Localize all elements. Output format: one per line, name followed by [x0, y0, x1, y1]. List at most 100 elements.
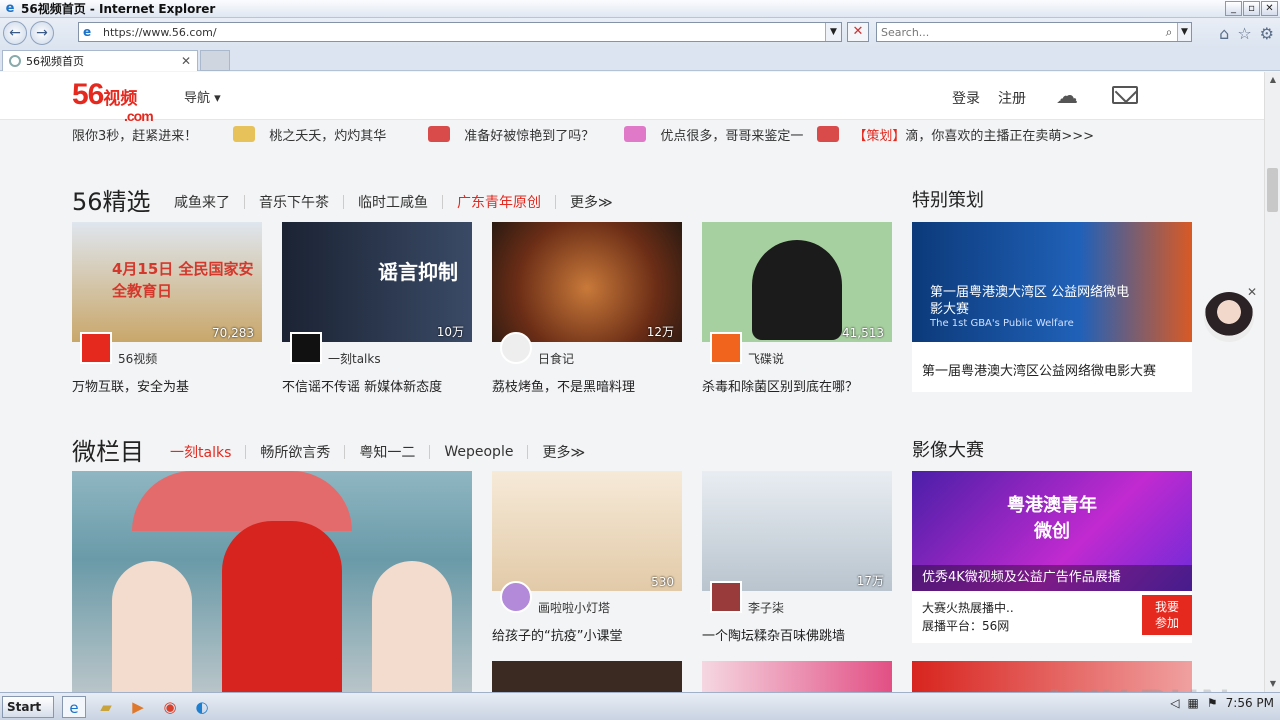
video-thumbnail[interactable]: 4月15日 全民国家安全教育日 70,283 [72, 222, 262, 342]
search-icon[interactable]: ⌕ [1161, 25, 1177, 40]
minimize-button[interactable]: _ [1225, 1, 1242, 16]
contest-card[interactable]: 粤港澳青年微创 优秀4K微视频及公益广告作品展播 大赛火热展播中.. 展播平台：… [912, 471, 1192, 643]
tab-close-icon[interactable]: ✕ [181, 54, 191, 68]
section2-tab[interactable]: 一刻talks [170, 442, 231, 462]
section1-tab[interactable]: 音乐下午茶 [259, 192, 329, 212]
section2-more-link[interactable]: 更多≫ [542, 442, 585, 462]
home-icon[interactable]: ⌂ [1219, 24, 1229, 43]
ticker-text[interactable]: 优点很多，哥哥来鉴定一 [660, 125, 803, 144]
ticker-text[interactable]: 滴，你喜欢的主播正在卖萌>>> [905, 125, 1094, 144]
video-card[interactable]: 530 画啦啦小灯塔 给孩子的“抗疫”小课堂 [492, 471, 682, 644]
section1-tab[interactable]: 广东青年原创 [457, 192, 541, 212]
ticker-item[interactable]: 【策划】 滴，你喜欢的主播正在卖萌>>> [853, 125, 1094, 144]
ticker-text[interactable]: 桃之夭夭，灼灼其华 [269, 125, 386, 144]
message-mail-icon[interactable] [1112, 86, 1138, 104]
avatar[interactable] [500, 332, 532, 364]
video-title[interactable]: 给孩子的“抗疫”小课堂 [492, 625, 622, 644]
start-button[interactable]: Start [2, 695, 54, 718]
uploader-name[interactable]: 飞碟说 [748, 350, 784, 367]
video-card[interactable]: 17万 李子柒 一个陶坛糅杂百味佛跳墙 [702, 471, 892, 644]
floating-avatar[interactable] [1204, 292, 1254, 342]
video-thumbnail[interactable]: 谣言抑制 10万 [282, 222, 472, 342]
featured-video-thumbnail[interactable] [72, 471, 472, 692]
special-banner[interactable]: 第一届粤港澳大湾区 公益网络微电影大赛 The 1st GBA's Public… [912, 222, 1192, 342]
uploader-name[interactable]: 李子柒 [748, 599, 784, 616]
special-caption[interactable]: 第一届粤港澳大湾区公益网络微电影大赛 [922, 360, 1156, 379]
video-thumbnail[interactable] [702, 661, 892, 692]
search-placeholder[interactable]: Search... [881, 26, 1161, 39]
section1-more-link[interactable]: 更多≫ [570, 192, 613, 212]
floating-close-icon[interactable]: ✕ [1247, 285, 1257, 299]
favorites-star-icon[interactable]: ☆ [1237, 24, 1251, 43]
flag-icon[interactable]: ⚑ [1207, 696, 1218, 710]
section2-tab[interactable]: Wepeople [444, 444, 513, 460]
section2-tab[interactable]: 粤知一二 [359, 442, 415, 462]
login-link[interactable]: 登录 [952, 88, 980, 108]
ticker-item[interactable]: 准备好被惊艳到了吗？ [464, 125, 594, 144]
video-thumbnail[interactable]: 12万 [492, 222, 682, 342]
page-scrollbar[interactable]: ▲ ▼ [1264, 72, 1280, 692]
special-card[interactable]: 第一届粤港澳大湾区 公益网络微电影大赛 The 1st GBA's Public… [912, 222, 1192, 392]
uploader-name[interactable]: 56视频 [118, 350, 157, 367]
video-card[interactable]: 12万 日食记 荔枝烤鱼，不是黑暗料理 [492, 222, 682, 395]
ticker-text[interactable]: 准备好被惊艳到了吗？ [464, 125, 594, 144]
scroll-up-icon[interactable]: ▲ [1265, 72, 1280, 88]
video-thumbnail[interactable]: 41,513 [702, 222, 892, 342]
avatar[interactable] [710, 581, 742, 613]
forward-button[interactable]: → [30, 21, 54, 45]
nav-menu[interactable]: 导航 ▾ [184, 87, 221, 106]
search-dropdown-icon[interactable]: ▼ [1177, 23, 1191, 41]
video-title[interactable]: 杀毒和除菌区别到底在哪？ [702, 376, 858, 395]
search-box[interactable]: Search... ⌕ ▼ [876, 22, 1192, 42]
scroll-down-icon[interactable]: ▼ [1265, 676, 1280, 692]
media-player-icon[interactable]: ▶ [126, 696, 150, 718]
section1-tab[interactable]: 咸鱼来了 [174, 192, 230, 212]
ie-taskbar-icon[interactable]: e [62, 695, 86, 718]
scroll-thumb[interactable] [1267, 168, 1278, 212]
address-bar[interactable]: e https://www.56.com/ ▼ [78, 22, 842, 42]
site-logo[interactable]: 56视频 .com [72, 80, 154, 125]
avatar[interactable] [710, 332, 742, 364]
video-thumbnail[interactable] [492, 661, 682, 692]
stop-button[interactable]: ✕ [847, 22, 869, 42]
video-card[interactable]: 41,513 飞碟说 杀毒和除菌区别到底在哪？ [702, 222, 892, 395]
tab-56-home[interactable]: 56视频首页 ✕ [2, 50, 198, 71]
ticker-item[interactable]: 桃之夭夭，灼灼其华 [269, 125, 386, 144]
join-contest-button[interactable]: 我要 参加 [1142, 595, 1192, 635]
ticker-item[interactable]: 限你3秒，赶紧进来！ [72, 125, 197, 144]
explorer-folder-icon[interactable]: ▰ [94, 696, 118, 718]
volume-icon[interactable]: ◁ [1170, 696, 1179, 710]
avatar[interactable] [290, 332, 322, 364]
video-title[interactable]: 万物互联，安全为基 [72, 376, 189, 395]
uploader-name[interactable]: 画啦啦小灯塔 [538, 599, 610, 616]
section1-tab[interactable]: 临时工咸鱼 [358, 192, 428, 212]
video-title[interactable]: 荔枝烤鱼，不是黑暗料理 [492, 376, 635, 395]
uploader-name[interactable]: 日食记 [538, 350, 574, 367]
upload-cloud-icon[interactable]: ☁ [1056, 84, 1086, 109]
chrome-icon[interactable]: ◉ [158, 696, 182, 718]
edge-icon[interactable]: ◐ [190, 696, 214, 718]
video-title[interactable]: 一个陶坛糅杂百味佛跳墙 [702, 625, 845, 644]
back-button[interactable]: ← [3, 21, 27, 45]
settings-gear-icon[interactable]: ⚙ [1260, 24, 1274, 43]
network-icon[interactable]: ▦ [1188, 696, 1199, 710]
restore-button[interactable]: ▫ [1243, 1, 1260, 16]
video-card[interactable]: 4月15日 全民国家安全教育日 70,283 56视频 万物互联，安全为基 [72, 222, 262, 395]
contest-banner[interactable]: 粤港澳青年微创 优秀4K微视频及公益广告作品展播 [912, 471, 1192, 591]
ticker-item[interactable]: 优点很多，哥哥来鉴定一 [660, 125, 803, 144]
uploader-name[interactable]: 一刻talks [328, 350, 381, 367]
video-title[interactable]: 不信谣不传谣 新媒体新态度 [282, 376, 442, 395]
section2-tab[interactable]: 畅所欲言秀 [260, 442, 330, 462]
video-card[interactable]: 谣言抑制 10万 一刻talks 不信谣不传谣 新媒体新态度 [282, 222, 472, 395]
register-link[interactable]: 注册 [998, 88, 1026, 108]
video-thumbnail[interactable]: 530 [492, 471, 682, 591]
address-url[interactable]: https://www.56.com/ [103, 26, 217, 39]
close-button[interactable]: ✕ [1261, 1, 1278, 16]
video-thumbnail[interactable]: 17万 [702, 471, 892, 591]
ticker-text[interactable]: 限你3秒，赶紧进来！ [72, 125, 197, 144]
address-dropdown-icon[interactable]: ▼ [825, 23, 841, 41]
avatar[interactable] [80, 332, 112, 364]
new-tab-button[interactable] [200, 50, 230, 71]
clock[interactable]: 7:56 PM [1226, 696, 1274, 710]
avatar[interactable] [500, 581, 532, 613]
